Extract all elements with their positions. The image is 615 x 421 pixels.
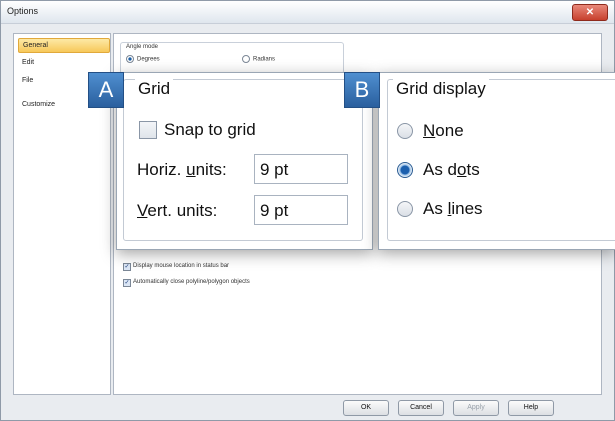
vert-units-input[interactable]: 9 pt [254, 195, 348, 225]
radio-grid-as-dots-label: As dots [423, 160, 480, 179]
snap-to-grid-checkbox[interactable] [139, 121, 157, 139]
radio-radians[interactable]: Radians [242, 55, 275, 63]
angle-mode-label: Angle mode [126, 44, 159, 50]
radio-degrees[interactable]: Degrees [126, 55, 160, 63]
window-title: Options [7, 6, 39, 16]
callout-badge-b: B [344, 72, 380, 108]
nav-item-general[interactable]: General [18, 38, 110, 53]
auto-close-checkbox[interactable]: ✓ [123, 279, 131, 287]
radio-radians-indicator[interactable] [242, 55, 250, 63]
title-bar[interactable]: Options ✕ [1, 1, 614, 24]
radio-radians-label: Radians [253, 56, 276, 63]
display-mouse-location-checkbox[interactable]: ✓ [123, 263, 131, 271]
grid-callout: Grid Snap to grid Horiz. units: 9 pt Ver… [116, 72, 373, 250]
apply-button[interactable]: Apply [453, 400, 499, 416]
snap-to-grid-label: Snap to grid [164, 120, 256, 139]
close-button[interactable]: ✕ [572, 4, 608, 21]
radio-grid-none-label: None [423, 121, 464, 140]
radio-grid-as-lines[interactable] [397, 201, 413, 217]
grid-display-callout: Grid display None As dots As lines [378, 72, 615, 250]
horiz-units-label: Horiz. units: [137, 160, 227, 179]
horiz-units-input[interactable]: 9 pt [254, 154, 348, 184]
nav-item-edit[interactable]: Edit [18, 56, 108, 69]
radio-grid-none[interactable] [397, 123, 413, 139]
radio-degrees-label: Degrees [137, 56, 160, 63]
help-button[interactable]: Help [508, 400, 554, 416]
radio-degrees-indicator[interactable] [126, 55, 134, 63]
grid-display-group-title: Grid display [393, 79, 489, 99]
callout-badge-a: A [88, 72, 124, 108]
radio-grid-as-dots[interactable] [397, 162, 413, 178]
vert-units-label: Vert. units: [137, 201, 218, 220]
close-icon: ✕ [585, 7, 595, 18]
grid-group-title: Grid [135, 79, 174, 99]
radio-grid-as-lines-label: As lines [423, 199, 483, 218]
auto-close-label: Automatically close polyline/polygon obj… [133, 279, 250, 285]
ok-button[interactable]: OK [343, 400, 389, 416]
display-mouse-location-label: Display mouse location in status bar [133, 263, 230, 269]
cancel-button[interactable]: Cancel [398, 400, 444, 416]
grid-display-group-box [387, 79, 615, 241]
